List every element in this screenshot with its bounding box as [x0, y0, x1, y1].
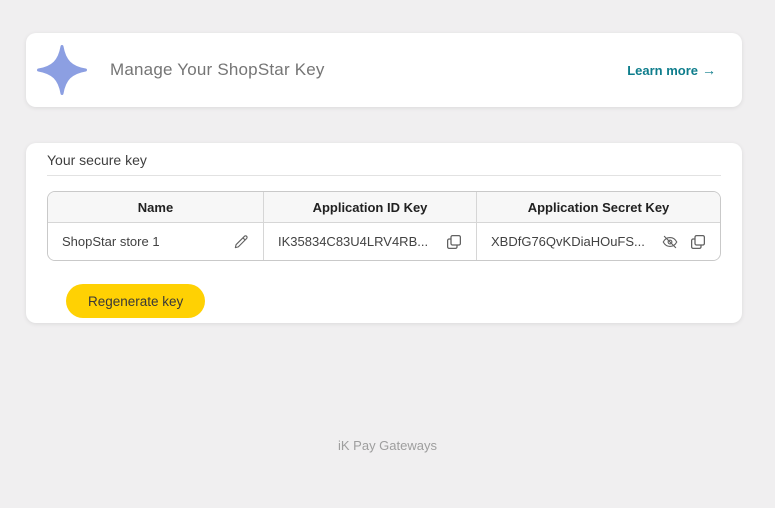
- column-header-application-id-key: Application ID Key: [263, 192, 476, 223]
- learn-more-link[interactable]: Learn more →: [627, 62, 716, 78]
- application-secret-key-value: XBDfG76QvKDiaHOuFS...: [491, 234, 660, 249]
- table-header-row: Name Application ID Key Application Secr…: [48, 192, 720, 223]
- application-secret-key-cell: XBDfG76QvKDiaHOuFS...: [476, 223, 720, 260]
- header-card: Manage Your ShopStar Key Learn more →: [26, 33, 742, 107]
- key-table: Name Application ID Key Application Secr…: [47, 191, 721, 261]
- sparkle-icon: [34, 42, 90, 98]
- section-title: Your secure key: [47, 143, 721, 176]
- secure-key-card: Your secure key Name Application ID Key …: [26, 143, 742, 323]
- edit-icon[interactable]: [231, 232, 251, 252]
- column-header-application-secret-key: Application Secret Key: [476, 192, 720, 223]
- table-row: ShopStar store 1 IK35834C83U4LRV4RB...: [48, 223, 720, 260]
- name-cell: ShopStar store 1: [48, 223, 263, 260]
- arrow-right-icon: →: [702, 62, 716, 78]
- application-id-key-value: IK35834C83U4LRV4RB...: [278, 234, 444, 249]
- page-title: Manage Your ShopStar Key: [110, 60, 325, 80]
- copy-icon[interactable]: [688, 232, 708, 252]
- footer-brand-text: iK Pay Gateways: [0, 438, 775, 453]
- application-id-key-cell: IK35834C83U4LRV4RB...: [263, 223, 476, 260]
- store-name: ShopStar store 1: [62, 234, 231, 249]
- eye-off-icon[interactable]: [660, 232, 680, 252]
- regenerate-key-button[interactable]: Regenerate key: [66, 284, 205, 318]
- learn-more-label: Learn more: [627, 63, 698, 78]
- column-header-name: Name: [48, 192, 263, 223]
- copy-icon[interactable]: [444, 232, 464, 252]
